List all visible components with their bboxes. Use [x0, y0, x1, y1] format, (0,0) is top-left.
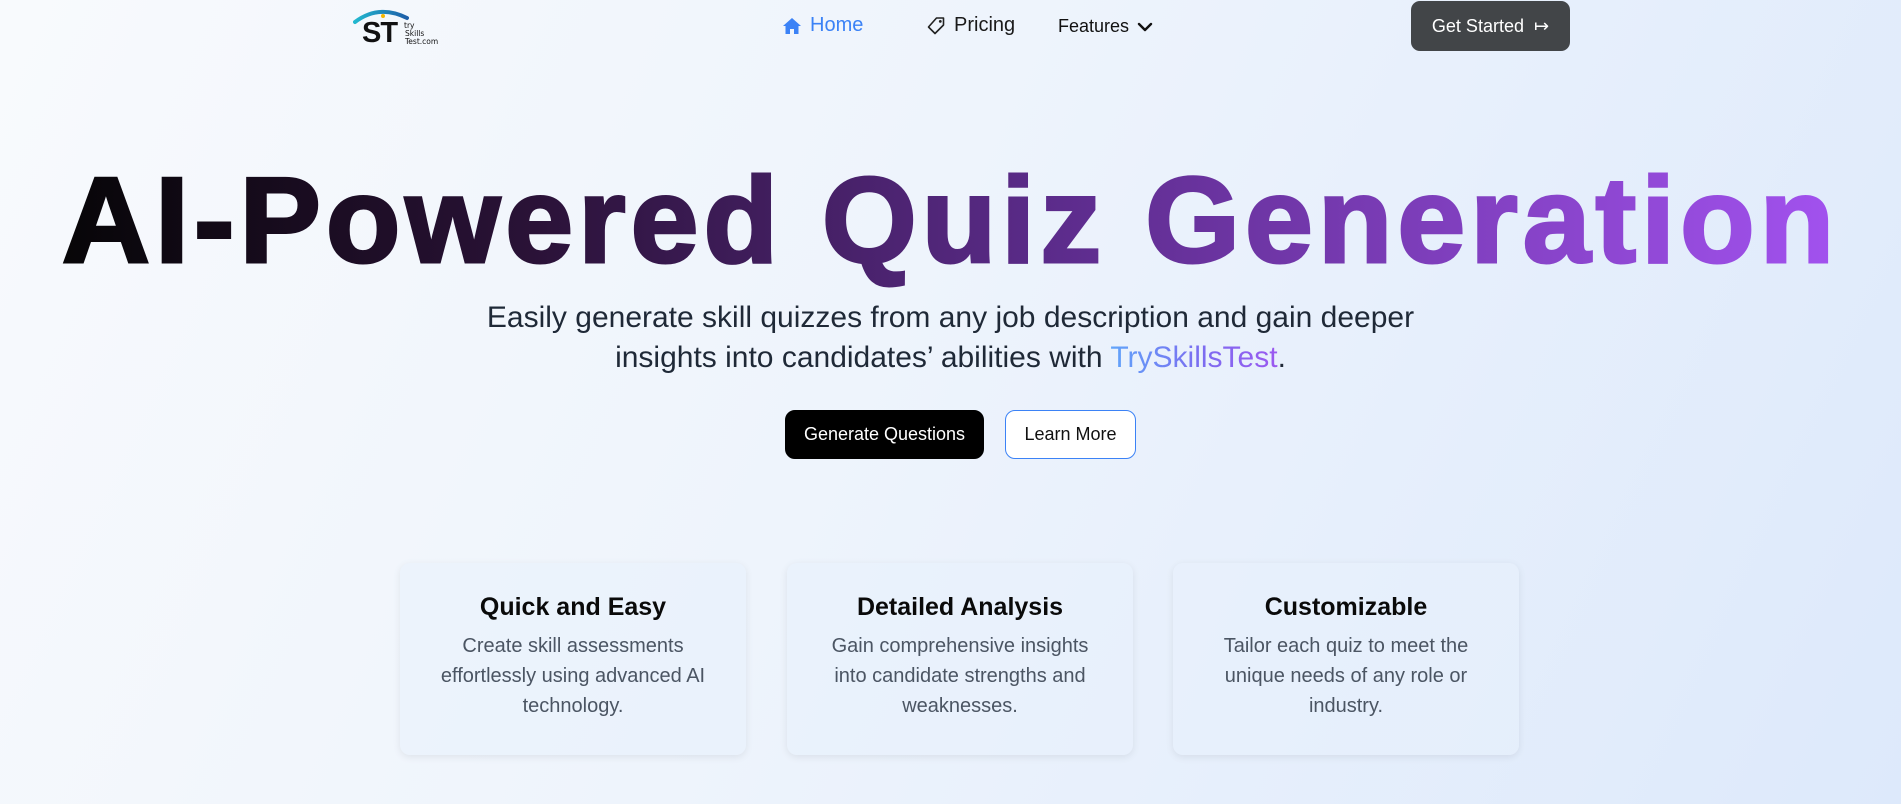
- get-started-label: Get Started: [1431, 15, 1524, 36]
- nav-features-label: Features: [1058, 16, 1130, 36]
- feature-card: Quick and Easy Create skill assessments …: [400, 563, 746, 755]
- hero-subtitle-period: .: [1277, 341, 1286, 374]
- nav-home[interactable]: Home: [782, 14, 863, 37]
- brand-name: TrySkillsTest: [1110, 341, 1278, 374]
- get-started-button[interactable]: Get Started ↦: [1411, 1, 1570, 51]
- feature-card-title: Customizable: [1264, 593, 1428, 621]
- hero-title: AI-Powered Quiz Generation: [0, 150, 1901, 290]
- logo-wordmark: try Skills Test.com: [404, 22, 438, 46]
- feature-card-title: Quick and Easy: [479, 593, 667, 621]
- hero-subtitle: Easily generate skill quizzes from any j…: [0, 298, 1901, 378]
- feature-card-title: Detailed Analysis: [856, 593, 1064, 621]
- nav-pricing-label: Pricing: [954, 14, 1016, 36]
- logo-word-test: Test.com: [405, 37, 439, 46]
- learn-more-button[interactable]: Learn More: [1005, 410, 1136, 459]
- price-tag-icon: [927, 16, 945, 34]
- feature-card-text: Create skill assessments effortlessly us…: [440, 635, 706, 717]
- hero-subtitle-line1: Easily generate skill quizzes from any j…: [486, 301, 1415, 334]
- nav-pricing[interactable]: Pricing: [926, 14, 1015, 37]
- nav-features-dropdown[interactable]: Features: [1058, 16, 1153, 37]
- hero-subtitle-line2: insights into candidates’ abilities with…: [0, 338, 1901, 378]
- chevron-down-icon: [1137, 22, 1153, 31]
- nav-home-label: Home: [810, 14, 864, 36]
- generate-questions-button[interactable]: Generate Questions: [785, 410, 984, 459]
- feature-card-text: Tailor each quiz to meet the unique need…: [1223, 635, 1469, 717]
- hero-subtitle-line2-text: insights into candidates’ abilities with: [615, 341, 1111, 374]
- feature-card: Detailed Analysis Gain comprehensive ins…: [787, 563, 1133, 755]
- logo-mark: ST: [362, 17, 398, 49]
- logo[interactable]: ST try Skills Test.com: [352, 5, 448, 49]
- site-header: ST try Skills Test.com Home Pricing Feat…: [0, 0, 1901, 52]
- home-icon: [783, 17, 801, 34]
- feature-card-text: Gain comprehensive insights into candida…: [831, 635, 1089, 717]
- feature-card: Customizable Tailor each quiz to meet th…: [1173, 563, 1519, 755]
- arrow-right-icon: ↦: [1533, 15, 1550, 36]
